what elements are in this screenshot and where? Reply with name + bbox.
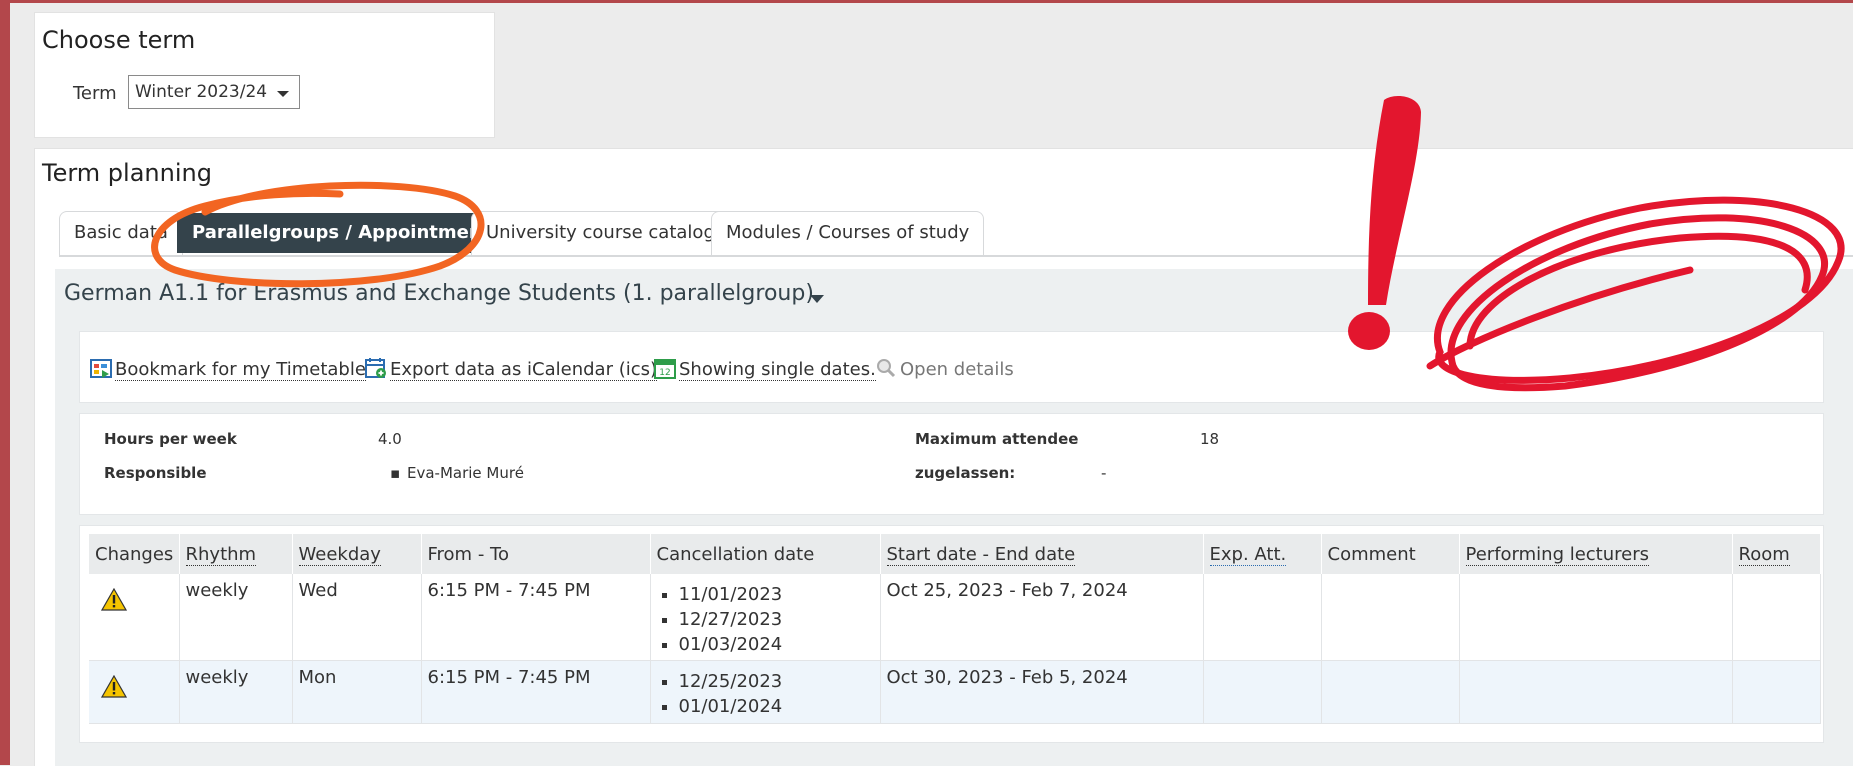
table-row: weekly Mon 6:15 PM - 7:45 PM 12/25/2023 … (89, 660, 1821, 724)
lecturers-cell (1459, 574, 1733, 661)
room-cell (1732, 660, 1821, 724)
header-from-to: From - To (421, 534, 651, 574)
calendar-export-icon (365, 358, 386, 378)
term-planning-heading: Term planning (42, 159, 212, 187)
admitted-label: zugelassen: (915, 464, 1016, 482)
bookmark-label: Bookmark for my Timetable (115, 359, 366, 381)
header-cancellation: Cancellation date (650, 534, 881, 574)
magnifier-icon (877, 359, 896, 378)
appointments-table-box: Changes Rhythm Weekday From - To Cancell… (79, 525, 1824, 743)
responsible-value[interactable]: Eva-Marie Muré (407, 464, 524, 482)
changes-cell (89, 660, 180, 724)
action-bar: Bookmark for my Timetable Export data as… (79, 331, 1824, 403)
bookmark-timetable-link[interactable]: Bookmark for my Timetable (90, 357, 366, 381)
tab-divider (59, 255, 1853, 257)
tab-parallelgroups-appointments[interactable]: Parallelgroups / Appointments (177, 213, 516, 253)
term-select[interactable]: Winter 2023/24 (128, 75, 300, 109)
single-dates-link[interactable]: 12 Showing single dates. (654, 357, 876, 381)
comment-cell (1321, 660, 1460, 724)
tab-basic-data[interactable]: Basic data (59, 211, 183, 255)
parallelgroup-title[interactable]: German A1.1 for Erasmus and Exchange Stu… (64, 281, 814, 306)
table-header-row: Changes Rhythm Weekday From - To Cancell… (89, 534, 1821, 574)
tab-university-course-catalog[interactable]: University course catalog (471, 211, 730, 255)
top-border (0, 0, 1853, 3)
lecturers-cell (1459, 660, 1733, 724)
header-weekday[interactable]: Weekday (292, 534, 422, 574)
header-changes: Changes (89, 534, 180, 574)
term-planning-panel: Term planning Basic data Parallelgroups … (34, 148, 1853, 766)
max-attendee-value: 18 (1200, 430, 1220, 448)
tab-modules-courses[interactable]: Modules / Courses of study (711, 211, 985, 255)
choose-term-panel: Choose term Term Winter 2023/24 (34, 12, 495, 138)
cancellation-cell: 12/25/2023 01/01/2024 (650, 660, 881, 724)
choose-term-heading: Choose term (42, 26, 196, 54)
chevron-down-icon (277, 91, 289, 97)
cancellation-date: 01/01/2024 (679, 694, 874, 719)
term-select-value: Winter 2023/24 (135, 82, 268, 102)
header-room[interactable]: Room (1732, 534, 1821, 574)
hours-label: Hours per week (104, 430, 237, 448)
appointments-table: Changes Rhythm Weekday From - To Cancell… (89, 534, 1821, 724)
term-label: Term (73, 83, 117, 104)
export-label: Export data as iCalendar (ics) (390, 359, 658, 381)
header-start-end[interactable]: Start date - End date (880, 534, 1204, 574)
responsible-label: Responsible (104, 464, 207, 482)
warning-icon[interactable] (101, 675, 127, 698)
cancellation-cell: 11/01/2023 12/27/2023 01/03/2024 (650, 574, 881, 661)
cancellation-date: 11/01/2023 (679, 582, 874, 607)
comment-cell (1321, 574, 1460, 661)
exp-att-cell (1203, 574, 1322, 661)
timetable-icon (90, 359, 112, 378)
open-details-link[interactable]: Open details (875, 357, 1014, 380)
rhythm-cell: weekly (179, 660, 293, 724)
period-cell: Oct 30, 2023 - Feb 5, 2024 (880, 660, 1204, 724)
warning-icon[interactable] (101, 588, 127, 611)
weekday-cell: Wed (292, 574, 422, 661)
header-exp-att[interactable]: Exp. Att. (1203, 534, 1322, 574)
weekday-cell: Mon (292, 660, 422, 724)
header-comment: Comment (1321, 534, 1460, 574)
room-cell (1732, 574, 1821, 661)
time-cell: 6:15 PM - 7:45 PM (421, 574, 651, 661)
header-lecturers[interactable]: Performing lecturers (1459, 534, 1733, 574)
export-ical-link[interactable]: Export data as iCalendar (ics) (365, 357, 658, 381)
admitted-value: - (1101, 464, 1107, 482)
changes-cell (89, 574, 180, 661)
left-border (0, 0, 10, 765)
header-rhythm[interactable]: Rhythm (179, 534, 293, 574)
max-attendee-label: Maximum attendee (915, 430, 1079, 448)
cancellation-list: 11/01/2023 12/27/2023 01/03/2024 (657, 582, 874, 657)
cancellation-date: 12/25/2023 (679, 669, 874, 694)
rhythm-cell: weekly (179, 574, 293, 661)
calendar-day-icon: 12 (654, 359, 676, 379)
chevron-down-icon[interactable] (810, 295, 824, 303)
time-cell: 6:15 PM - 7:45 PM (421, 660, 651, 724)
cancellation-date: 01/03/2024 (679, 632, 874, 657)
cancellation-date: 12/27/2023 (679, 607, 874, 632)
cancellation-list: 12/25/2023 01/01/2024 (657, 669, 874, 719)
parallelgroup-box: German A1.1 for Erasmus and Exchange Stu… (55, 269, 1853, 766)
single-dates-label: Showing single dates. (679, 359, 876, 381)
svg-text:12: 12 (659, 368, 670, 378)
open-details-label: Open details (900, 359, 1014, 380)
table-row: weekly Wed 6:15 PM - 7:45 PM 11/01/2023 … (89, 574, 1821, 661)
group-info: Hours per week 4.0 Maximum attendee 18 R… (79, 413, 1824, 515)
hours-value: 4.0 (378, 430, 402, 448)
responsible-bullet: ▪ (390, 464, 401, 482)
period-cell: Oct 25, 2023 - Feb 7, 2024 (880, 574, 1204, 661)
exp-att-cell (1203, 660, 1322, 724)
